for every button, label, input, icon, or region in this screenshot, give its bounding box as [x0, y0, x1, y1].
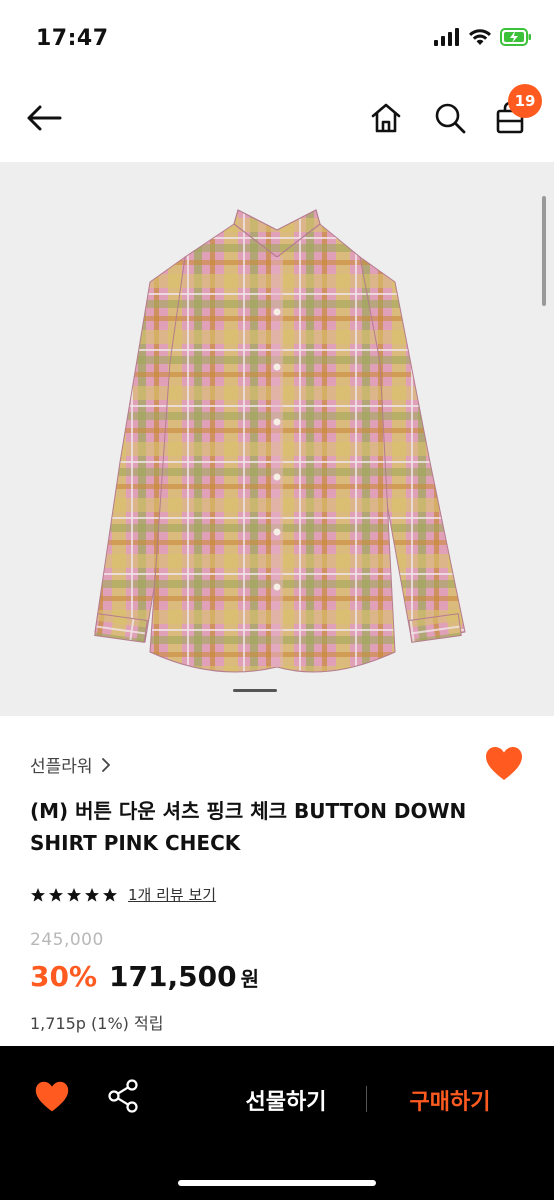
original-price: 245,000 [30, 930, 104, 950]
home-indicator [178, 1180, 376, 1186]
star-icon [85, 887, 99, 902]
review-link[interactable]: 1개 리뷰 보기 [128, 884, 216, 905]
cart-count-badge: 19 [508, 84, 542, 118]
product-shirt-image [94, 209, 466, 673]
like-button[interactable] [484, 744, 524, 784]
home-icon [371, 103, 401, 133]
brand-link[interactable]: 선플라워 [30, 752, 111, 777]
chevron-right-icon [101, 757, 110, 772]
share-button[interactable] [106, 1078, 146, 1118]
wifi-icon [469, 29, 491, 45]
signal-icon [434, 28, 459, 46]
star-icon [103, 887, 117, 902]
buy-button[interactable]: 구매하기 [388, 1080, 512, 1120]
image-scrollbar[interactable] [542, 196, 546, 306]
discount-rate: 30% [30, 960, 98, 993]
gift-button[interactable]: 선물하기 [226, 1080, 346, 1120]
battery-charging-icon [500, 28, 531, 46]
status-icons [434, 28, 532, 46]
share-icon [108, 1079, 138, 1113]
product-title: (M) 버튼 다운 셔츠 핑크 체크 BUTTON DOWN SHIRT PIN… [30, 799, 467, 855]
price-row: 30% 171,500 원 [30, 960, 259, 993]
status-time: 17:47 [36, 26, 109, 51]
star-icon [67, 887, 81, 902]
star-icon [49, 887, 63, 902]
star-icon [31, 887, 45, 902]
bottom-action-bar: 선물하기 구매하기 [0, 1046, 554, 1200]
rating-stars [30, 887, 118, 903]
brand-name: 선플라워 [30, 757, 93, 777]
rating-row: 1개 리뷰 보기 [30, 884, 216, 905]
arrow-left-icon [27, 105, 62, 131]
status-bar: 17:47 [0, 0, 554, 80]
search-button[interactable] [428, 96, 472, 140]
reward-points: 1,715p (1%) 적립 [30, 1014, 164, 1033]
bottom-like-button[interactable] [34, 1079, 74, 1119]
divider [366, 1086, 367, 1112]
heart-icon [35, 1081, 69, 1112]
image-page-indicator[interactable] [233, 689, 277, 692]
nav-bar [0, 80, 554, 162]
back-button[interactable] [22, 96, 66, 140]
product-image[interactable] [0, 162, 554, 716]
heart-icon [486, 747, 522, 780]
currency-unit: 원 [240, 967, 259, 991]
search-icon [435, 103, 466, 134]
sale-price: 171,500 [109, 960, 237, 993]
home-button[interactable] [364, 96, 408, 140]
